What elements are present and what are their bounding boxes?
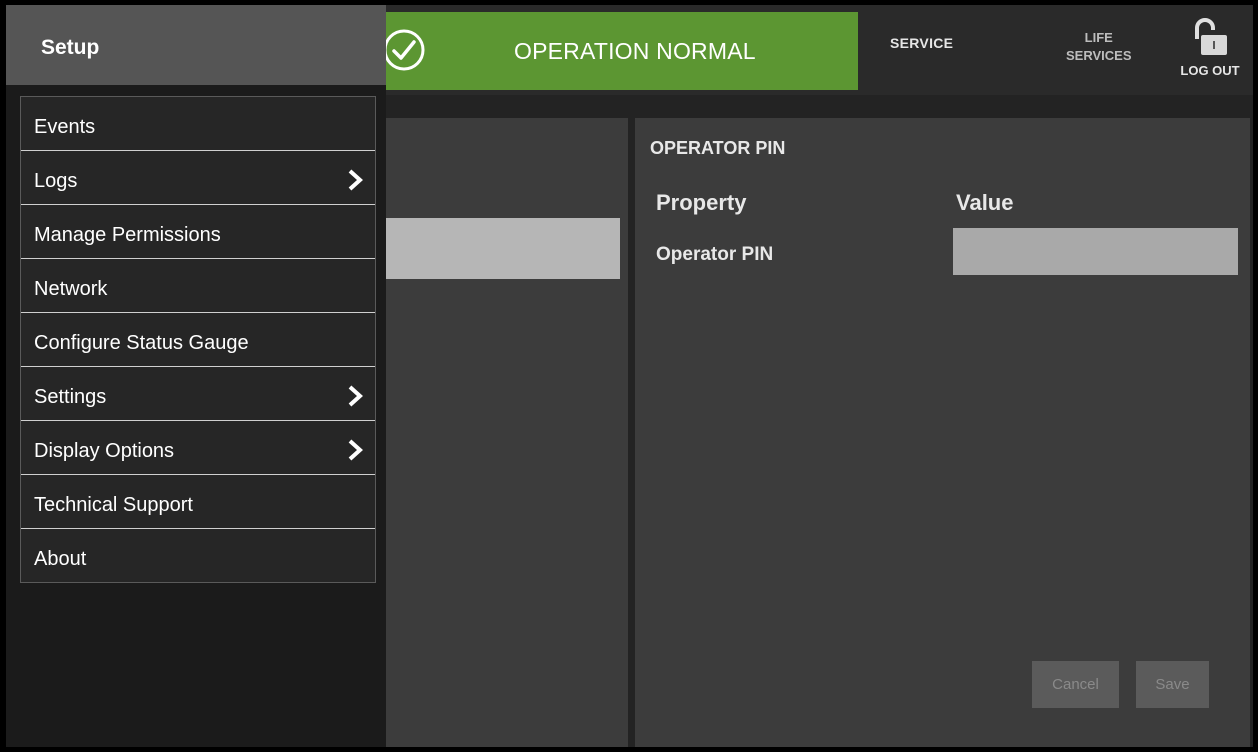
property-column-header: Property xyxy=(656,190,747,215)
menu-item-label: Settings xyxy=(34,386,107,408)
value-column-header: Value xyxy=(956,190,1014,215)
setup-drawer: Setup Events Logs Manage Permissions Net… xyxy=(6,5,386,747)
menu-item-label: Configure Status Gauge xyxy=(34,332,249,354)
menu-item-label: About xyxy=(34,548,87,570)
panel-title: OPERATOR PIN xyxy=(650,138,786,158)
life-services-label-line2: SERVICES xyxy=(1066,48,1132,63)
status-text: OPERATION NORMAL xyxy=(514,38,756,64)
unlock-icon xyxy=(1195,18,1227,55)
cancel-button[interactable]: Cancel xyxy=(1032,661,1119,708)
drawer-header: Setup xyxy=(6,5,386,85)
list-panel xyxy=(386,118,628,747)
drawer-title: Setup xyxy=(41,36,100,59)
menu-item-label: Network xyxy=(34,278,108,300)
menu-item-manage-permissions[interactable]: Manage Permissions xyxy=(21,205,375,259)
menu-item-settings[interactable]: Settings xyxy=(21,367,375,421)
menu-item-configure-status-gauge[interactable]: Configure Status Gauge xyxy=(21,313,375,367)
menu-item-logs[interactable]: Logs xyxy=(21,151,375,205)
logout-button[interactable]: LOG OUT xyxy=(1172,17,1248,87)
menu-item-label: Display Options xyxy=(34,440,175,462)
chevron-right-icon xyxy=(348,439,363,461)
check-circle-icon xyxy=(383,29,425,71)
menu-item-technical-support[interactable]: Technical Support xyxy=(21,475,375,529)
menu-item-label: Manage Permissions xyxy=(34,224,221,246)
chevron-right-icon xyxy=(348,385,363,407)
menu-item-about[interactable]: About xyxy=(21,529,375,582)
life-services-button[interactable]: LIFE SERVICES xyxy=(1066,29,1132,65)
save-button[interactable]: Save xyxy=(1136,661,1209,708)
life-services-label-line1: LIFE xyxy=(1084,30,1113,45)
operator-pin-input[interactable] xyxy=(953,228,1238,275)
menu-item-events[interactable]: Events xyxy=(21,97,375,151)
menu-item-label: Events xyxy=(34,116,96,138)
menu-item-label: Logs xyxy=(34,170,78,192)
menu-item-network[interactable]: Network xyxy=(21,259,375,313)
menu-item-label: Technical Support xyxy=(34,494,193,516)
selected-list-item[interactable] xyxy=(386,218,620,279)
operator-pin-label: Operator PIN xyxy=(656,244,774,265)
chevron-right-icon xyxy=(348,169,363,191)
service-button[interactable]: SERVICE xyxy=(890,35,953,51)
logout-label: LOG OUT xyxy=(1180,63,1240,78)
menu-item-display-options[interactable]: Display Options xyxy=(21,421,375,475)
app-window: OPERATION NORMAL SERVICE LIFE SERVICES L… xyxy=(6,5,1253,747)
status-banner: OPERATION NORMAL xyxy=(316,12,858,90)
detail-panel: OPERATOR PIN Property Value Operator PIN… xyxy=(635,118,1250,747)
setup-menu: Events Logs Manage Permissions Network C… xyxy=(20,96,376,583)
